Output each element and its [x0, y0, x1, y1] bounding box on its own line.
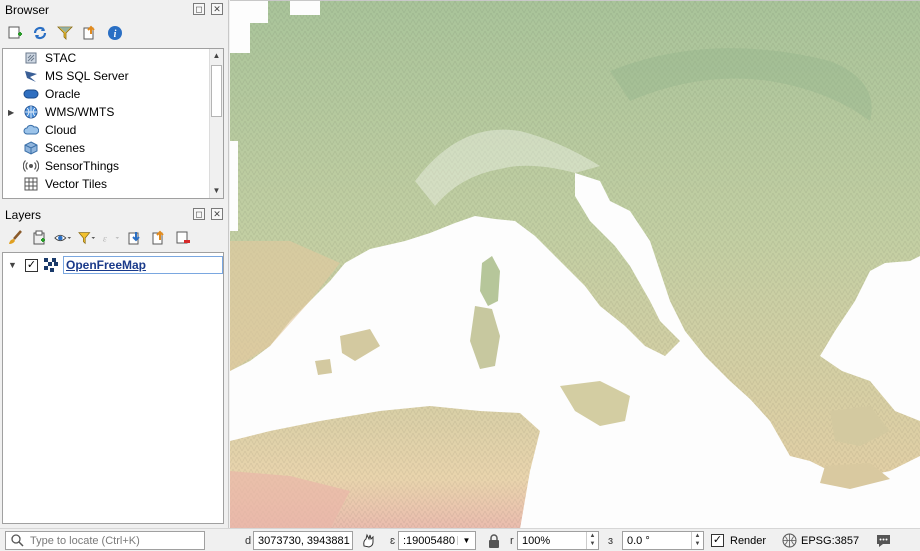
- browser-item-vector-tiles[interactable]: Vector Tiles: [3, 175, 223, 193]
- filter-expression-icon: ε: [102, 229, 120, 247]
- remove-layer-icon[interactable]: [174, 229, 192, 247]
- expand-arrow-icon[interactable]: ▶: [8, 108, 14, 117]
- browser-item-oracle[interactable]: Oracle: [3, 85, 223, 103]
- visibility-eye-icon[interactable]: [54, 229, 72, 247]
- browser-item-label: Oracle: [45, 87, 81, 101]
- add-group-icon[interactable]: [30, 229, 48, 247]
- add-selected-layers-icon[interactable]: [6, 24, 24, 42]
- rotation-spinbox[interactable]: 0.0 ° ▲ ▼: [622, 531, 704, 550]
- spinner-arrows-icon[interactable]: ▲ ▼: [691, 532, 703, 549]
- layers-title-label: Layers: [5, 208, 42, 222]
- scenes-icon: [23, 140, 39, 156]
- browser-float-button[interactable]: ◻: [193, 3, 205, 15]
- browser-item-stac[interactable]: STAC: [3, 49, 223, 67]
- browser-item-label: STAC: [45, 51, 77, 65]
- browser-item-scenes[interactable]: Scenes: [3, 139, 223, 157]
- sensorthings-icon: [23, 158, 39, 174]
- stac-icon: [23, 50, 39, 66]
- crs-label: EPSG:3857: [801, 534, 860, 547]
- browser-panel-title: Browser ◻ ✕: [0, 0, 229, 20]
- svg-text:ε: ε: [103, 234, 107, 245]
- collapse-all-icon[interactable]: [81, 24, 99, 42]
- magnifier-spinbox[interactable]: 100% ▲ ▼: [517, 531, 599, 550]
- scale-label: ɛ: [390, 534, 396, 547]
- layers-tree[interactable]: ▼ ✓ OpenFreeMap: [2, 252, 224, 524]
- filter-icon[interactable]: [56, 24, 74, 42]
- browser-item-mssql[interactable]: MS SQL Server: [3, 67, 223, 85]
- magnifier-label: r: [510, 534, 514, 547]
- browser-toolbar: i: [0, 20, 229, 46]
- wms-icon: [23, 104, 39, 120]
- locator-placeholder: Type to locate (Ctrl+K): [30, 534, 140, 547]
- layers-panel: Layers ◻ ✕ ε: [0, 205, 229, 251]
- scroll-up-icon[interactable]: ▲: [210, 49, 223, 63]
- scale-value: :19005480: [403, 534, 455, 547]
- layer-visibility-checkbox[interactable]: ✓: [25, 258, 38, 272]
- browser-item-label: Scenes: [45, 141, 86, 155]
- raster-tile-icon: [44, 258, 58, 272]
- left-dock-area: Browser ◻ ✕ i STAC MS SQL Server Oracle …: [0, 0, 229, 528]
- browser-item-sensorthings[interactable]: SensorThings: [3, 157, 223, 175]
- locator-search-input[interactable]: Type to locate (Ctrl+K): [5, 531, 205, 550]
- globe-icon: [782, 533, 797, 548]
- messages-icon[interactable]: [875, 531, 892, 550]
- browser-scrollbar[interactable]: ▲ ▼: [209, 49, 223, 198]
- browser-item-label: WMS/WMTS: [45, 105, 115, 119]
- spinner-arrows-icon[interactable]: ▲ ▼: [586, 532, 598, 549]
- layer-item-openfreemap[interactable]: ▼ ✓ OpenFreeMap: [3, 256, 223, 274]
- collapse-all-layers-icon[interactable]: [150, 229, 168, 247]
- coordinate-field[interactable]: 3073730, 3943881: [253, 531, 353, 550]
- scale-dropdown-icon[interactable]: ▼: [457, 536, 475, 545]
- magnifier-value: 100%: [522, 534, 551, 547]
- map-image: [230, 1, 920, 528]
- layers-close-button[interactable]: ✕: [211, 208, 223, 220]
- refresh-icon[interactable]: [31, 24, 49, 42]
- browser-item-wms[interactable]: ▶ WMS/WMTS: [3, 103, 223, 121]
- browser-tree[interactable]: STAC MS SQL Server Oracle ▶ WMS/WMTS Clo…: [2, 48, 224, 199]
- layer-name-label[interactable]: OpenFreeMap: [63, 256, 223, 274]
- browser-item-label: Vector Tiles: [45, 177, 108, 191]
- crs-button[interactable]: EPSG:3857: [782, 531, 859, 550]
- lock-scale-icon[interactable]: [487, 531, 501, 550]
- rotation-value: 0.0 °: [627, 534, 650, 547]
- scroll-down-icon[interactable]: ▼: [210, 184, 223, 198]
- render-checkbox[interactable]: ✓: [711, 534, 724, 547]
- info-icon[interactable]: i: [106, 24, 124, 42]
- cloud-icon: [23, 122, 39, 138]
- browser-item-label: MS SQL Server: [45, 69, 129, 83]
- browser-item-label: Cloud: [45, 123, 77, 137]
- render-toggle[interactable]: ✓ Render: [711, 531, 766, 550]
- map-canvas[interactable]: [230, 0, 920, 528]
- filter-legend-icon[interactable]: [78, 229, 96, 247]
- search-icon: [11, 534, 24, 547]
- vector-tiles-icon: [23, 176, 39, 192]
- browser-item-label: SensorThings: [45, 159, 120, 173]
- svg-text:i: i: [114, 29, 117, 40]
- scale-combobox[interactable]: :19005480 ▼: [398, 531, 476, 550]
- browser-close-button[interactable]: ✕: [211, 3, 223, 15]
- toggle-extents-icon[interactable]: [361, 531, 377, 550]
- expand-all-icon[interactable]: [126, 229, 144, 247]
- browser-item-cloud[interactable]: Cloud: [3, 121, 223, 139]
- scrollbar-thumb[interactable]: [211, 65, 222, 117]
- status-bar: Type to locate (Ctrl+K) d 3073730, 39438…: [0, 528, 920, 551]
- browser-panel: Browser ◻ ✕ i: [0, 0, 229, 46]
- render-label: Render: [730, 534, 767, 547]
- layers-toolbar: ε: [0, 225, 229, 251]
- rotation-label: ɜ: [608, 534, 614, 547]
- coordinate-value: 3073730, 3943881: [258, 534, 350, 547]
- mssql-icon: [23, 68, 39, 84]
- oracle-icon: [23, 86, 39, 102]
- layers-panel-title: Layers ◻ ✕: [0, 205, 229, 225]
- coordinate-label: d: [245, 534, 252, 547]
- collapse-arrow-icon[interactable]: ▼: [8, 260, 17, 270]
- style-brush-icon[interactable]: [6, 229, 24, 247]
- browser-title-label: Browser: [5, 3, 50, 17]
- layers-float-button[interactable]: ◻: [193, 208, 205, 220]
